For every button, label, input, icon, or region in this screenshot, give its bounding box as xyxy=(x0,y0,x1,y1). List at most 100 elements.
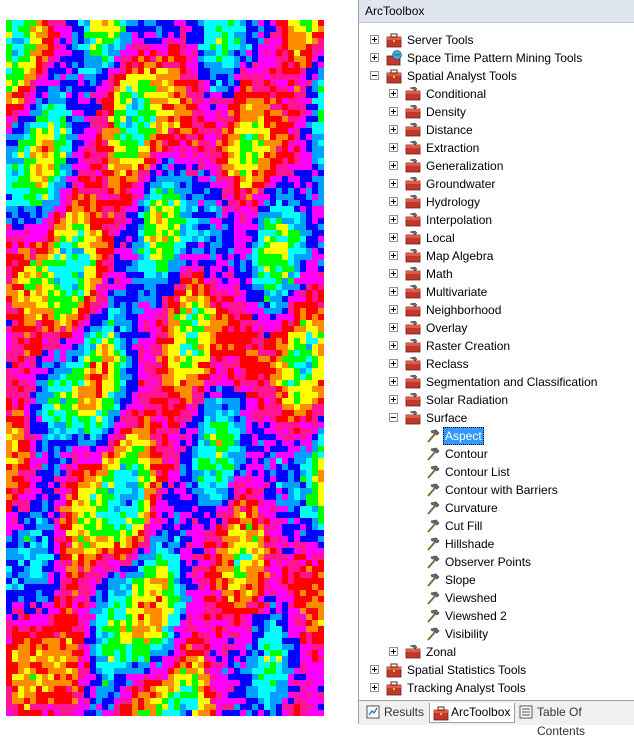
tree-item-label: Map Algebra xyxy=(426,249,494,263)
tree-item-generalization[interactable]: Generalization xyxy=(359,157,634,175)
tab-label: Table Of Contents xyxy=(537,705,586,738)
expand-icon[interactable] xyxy=(389,287,398,296)
tree-item-surface[interactable]: Surface xyxy=(359,409,634,427)
aspect-raster-map[interactable] xyxy=(0,0,330,724)
tab-label: Results xyxy=(384,705,425,719)
tab-results[interactable]: Results xyxy=(363,703,428,722)
tree-item-observer-points[interactable]: Observer Points xyxy=(359,553,634,571)
expand-icon[interactable] xyxy=(389,341,398,350)
tree-item-contour-list[interactable]: Contour List xyxy=(359,463,634,481)
expand-icon[interactable] xyxy=(389,377,398,386)
tree-item-math[interactable]: Math xyxy=(359,265,634,283)
panel-tab-strip: Results ArcToolbox Table Of Contents xyxy=(359,700,634,738)
tree-item-groundwater[interactable]: Groundwater xyxy=(359,175,634,193)
collapse-icon[interactable] xyxy=(370,71,379,80)
tree-item-label: Multivariate xyxy=(426,285,488,299)
toolset-icon xyxy=(405,86,421,102)
tree-item-label: Cut Fill xyxy=(445,519,483,533)
tree-item-label: Spatial Analyst Tools xyxy=(407,69,517,83)
tree-item-server-tools[interactable]: Server Tools xyxy=(359,31,634,49)
tree-item-space-time-pattern-mining-tools[interactable]: Space Time Pattern Mining Tools xyxy=(359,49,634,67)
tree-item-slope[interactable]: Slope xyxy=(359,571,634,589)
expand-icon[interactable] xyxy=(389,143,398,152)
toolset-icon xyxy=(405,374,421,390)
toolbox-tree[interactable]: Server Tools Space Time Pattern Mining To… xyxy=(359,31,634,699)
tree-item-label: Interpolation xyxy=(426,213,493,227)
tree-item-neighborhood[interactable]: Neighborhood xyxy=(359,301,634,319)
tree-item-visibility[interactable]: Visibility xyxy=(359,625,634,643)
tree-item-map-algebra[interactable]: Map Algebra xyxy=(359,247,634,265)
tree-item-local[interactable]: Local xyxy=(359,229,634,247)
hammer-icon xyxy=(425,536,441,552)
tree-item-label: Local xyxy=(426,231,455,245)
aspect-raster-canvas xyxy=(6,20,324,716)
expand-icon[interactable] xyxy=(389,215,398,224)
tree-item-hydrology[interactable]: Hydrology xyxy=(359,193,634,211)
toolbox-icon xyxy=(386,680,402,696)
expand-icon[interactable] xyxy=(389,107,398,116)
tree-item-label: Contour xyxy=(445,447,488,461)
expand-icon[interactable] xyxy=(370,35,379,44)
table-of-contents-icon xyxy=(519,705,533,719)
tree-item-contour-with-barriers[interactable]: Contour with Barriers xyxy=(359,481,634,499)
toolset-icon xyxy=(405,392,421,408)
tree-item-viewshed-2[interactable]: Viewshed 2 xyxy=(359,607,634,625)
expand-icon[interactable] xyxy=(389,197,398,206)
expand-icon[interactable] xyxy=(389,89,398,98)
tree-item-conditional[interactable]: Conditional xyxy=(359,85,634,103)
tree-item-segmentation-and-classification[interactable]: Segmentation and Classification xyxy=(359,373,634,391)
tree-item-multivariate[interactable]: Multivariate xyxy=(359,283,634,301)
toolset-icon xyxy=(405,230,421,246)
expand-icon[interactable] xyxy=(389,305,398,314)
tree-item-label: Extraction xyxy=(426,141,480,155)
tree-item-solar-radiation[interactable]: Solar Radiation xyxy=(359,391,634,409)
tree-item-label: Generalization xyxy=(426,159,504,173)
tree-item-reclass[interactable]: Reclass xyxy=(359,355,634,373)
expand-icon[interactable] xyxy=(389,269,398,278)
tree-item-label: Reclass xyxy=(426,357,469,371)
tree-item-extraction[interactable]: Extraction xyxy=(359,139,634,157)
tree-item-zonal[interactable]: Zonal xyxy=(359,643,634,661)
tab-table-of-contents[interactable]: Table Of Contents xyxy=(516,703,634,738)
tree-item-raster-creation[interactable]: Raster Creation xyxy=(359,337,634,355)
expand-icon[interactable] xyxy=(389,323,398,332)
toolset-icon xyxy=(405,176,421,192)
expand-icon[interactable] xyxy=(370,665,379,674)
tree-item-label: Observer Points xyxy=(445,555,532,569)
tree-item-density[interactable]: Density xyxy=(359,103,634,121)
expand-icon[interactable] xyxy=(389,179,398,188)
hammer-icon xyxy=(425,482,441,498)
toolset-icon xyxy=(405,302,421,318)
expand-icon[interactable] xyxy=(389,251,398,260)
tree-item-spatial-statistics-tools[interactable]: Spatial Statistics Tools xyxy=(359,661,634,679)
expand-icon[interactable] xyxy=(389,647,398,656)
expand-icon[interactable] xyxy=(389,395,398,404)
tree-item-overlay[interactable]: Overlay xyxy=(359,319,634,337)
expand-icon[interactable] xyxy=(370,53,379,62)
tree-item-contour[interactable]: Contour xyxy=(359,445,634,463)
tree-item-curvature[interactable]: Curvature xyxy=(359,499,634,517)
tree-item-distance[interactable]: Distance xyxy=(359,121,634,139)
tab-arctoolbox[interactable]: ArcToolbox xyxy=(429,703,516,723)
tree-item-interpolation[interactable]: Interpolation xyxy=(359,211,634,229)
tree-item-aspect[interactable]: Aspect xyxy=(359,427,634,445)
tree-item-label: Raster Creation xyxy=(426,339,511,353)
tree-item-spatial-analyst-tools[interactable]: Spatial Analyst Tools xyxy=(359,67,634,85)
expand-icon[interactable] xyxy=(389,233,398,242)
hammer-icon xyxy=(425,590,441,606)
collapse-icon[interactable] xyxy=(389,413,398,422)
tree-item-viewshed[interactable]: Viewshed xyxy=(359,589,634,607)
hammer-icon xyxy=(425,572,441,588)
expand-icon[interactable] xyxy=(370,683,379,692)
tree-item-label: Hillshade xyxy=(445,537,495,551)
expand-icon[interactable] xyxy=(389,359,398,368)
tree-item-label: Contour List xyxy=(445,465,510,479)
tree-item-cut-fill[interactable]: Cut Fill xyxy=(359,517,634,535)
tree-item-label: Slope xyxy=(445,573,476,587)
tree-item-tracking-analyst-tools[interactable]: Tracking Analyst Tools xyxy=(359,679,634,697)
tree-item-hillshade[interactable]: Hillshade xyxy=(359,535,634,553)
toolset-icon xyxy=(405,356,421,372)
expand-icon[interactable] xyxy=(389,125,398,134)
toolset-icon xyxy=(405,266,421,282)
expand-icon[interactable] xyxy=(389,161,398,170)
